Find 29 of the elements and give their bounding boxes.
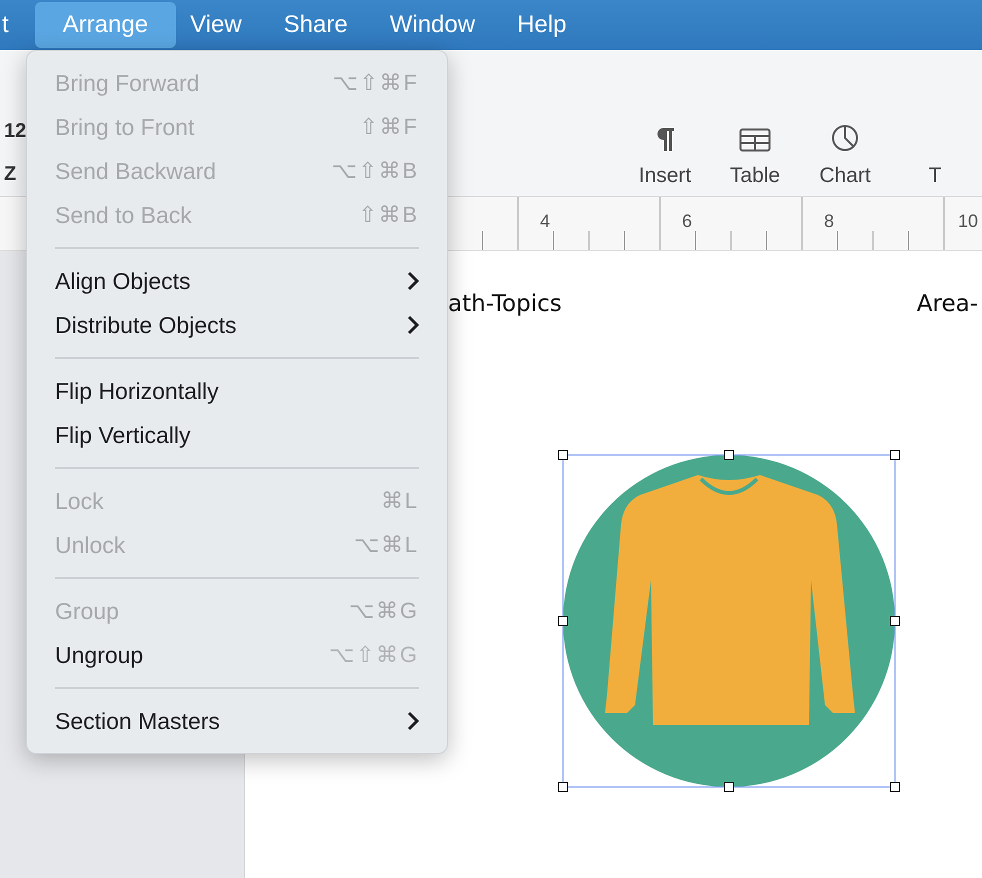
menu-item[interactable]: Flip Horizontally: [27, 369, 447, 413]
header-text: Area-: [916, 291, 978, 317]
shortcut-text: ⌥⇧⌘B: [331, 158, 419, 184]
menu-title[interactable]: t: [0, 2, 9, 48]
ruler-label: 8: [824, 211, 834, 232]
ruler-label: 6: [682, 211, 692, 232]
toolbar-button[interactable]: Chart: [800, 124, 890, 188]
shortcut-text: ⌥⇧⌘F: [332, 70, 419, 96]
toolbar-button[interactable]: Table: [710, 128, 800, 188]
menu-item[interactable]: Section Masters: [27, 699, 447, 743]
shortcut-text: ⌥⌘G: [348, 598, 419, 624]
menu-title[interactable]: Arrange: [34, 2, 176, 48]
shortcut-text: ⌥⇧⌘G: [328, 642, 419, 668]
menu-item[interactable]: Ungroup ⌥⇧⌘G: [27, 633, 447, 677]
menu-item[interactable]: Align Objects: [27, 259, 447, 303]
header-text: ath-Topics: [448, 291, 562, 317]
menu-item[interactable]: Distribute Objects: [27, 303, 447, 347]
shortcut-text: ⇧⌘F: [360, 114, 419, 140]
ruler-label: 10: [958, 211, 978, 232]
shortcut-text: ⌘L: [380, 488, 419, 514]
table-icon: [739, 128, 771, 152]
toolbar-button[interactable]: T: [890, 164, 980, 188]
paragraph-icon: [655, 126, 675, 152]
shortcut-text: ⌥⌘L: [354, 532, 419, 558]
pie-chart-icon: [831, 124, 859, 152]
ruler-label: 4: [540, 211, 550, 232]
menu-item[interactable]: Flip Vertically: [27, 413, 447, 457]
shortcut-text: ⇧⌘B: [358, 202, 419, 228]
toolbar-button[interactable]: Insert: [620, 126, 710, 188]
